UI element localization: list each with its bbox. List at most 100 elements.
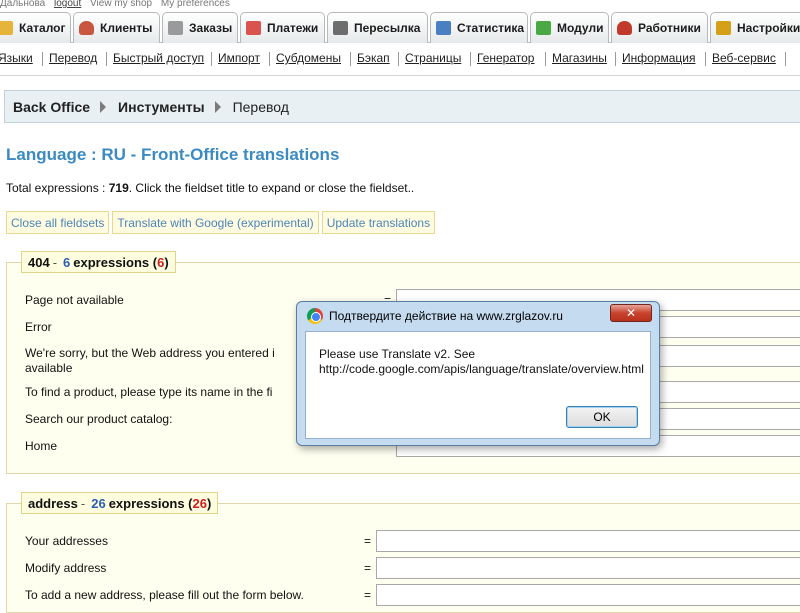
- preferences-link[interactable]: My preferences: [161, 0, 230, 8]
- logout-link[interactable]: logout: [54, 0, 81, 8]
- truck-icon: [333, 21, 348, 35]
- tab-modules[interactable]: Модули: [530, 12, 609, 43]
- fieldset-address: address - 26 expressions (26) Your addre…: [6, 492, 800, 613]
- submenu-pages[interactable]: Страницы: [405, 51, 461, 65]
- translation-label: To find a product, please type its name …: [25, 385, 273, 399]
- submenu-subdomains[interactable]: Субдомены: [276, 51, 341, 65]
- fieldset-name: 404: [28, 254, 50, 270]
- submenu-separator: [470, 52, 471, 66]
- view-shop-link[interactable]: View my shop: [90, 0, 152, 8]
- close-all-fieldsets-button[interactable]: Close all fieldsets: [6, 211, 110, 234]
- translate-google-button[interactable]: Translate with Google (experimental): [112, 211, 319, 234]
- submenu-separator: [350, 52, 351, 66]
- total-prefix: Total expressions :: [6, 181, 106, 195]
- translation-label: Error: [25, 320, 52, 334]
- confirm-dialog: Подтвердите действие на www.zrglazov.ru …: [296, 301, 660, 446]
- tab-label: Каталог: [19, 21, 66, 35]
- equals-sign: =: [364, 534, 372, 548]
- total-expressions: Total expressions : 719. Click the field…: [6, 181, 414, 195]
- tab-stats[interactable]: Статистика: [430, 12, 528, 43]
- payment-icon: [246, 21, 261, 35]
- breadcrumb-root[interactable]: Back Office: [13, 99, 90, 115]
- submenu-shops[interactable]: Магазины: [552, 51, 607, 65]
- tab-customers[interactable]: Клиенты: [73, 12, 160, 43]
- fieldset-legend[interactable]: 404 - 6 expressions (6): [21, 251, 176, 273]
- fieldset-legend[interactable]: address - 26 expressions (26): [21, 492, 219, 514]
- submenu-information[interactable]: Информация: [622, 51, 695, 65]
- top-strip: Дальнова logout View my shop My preferen…: [0, 0, 800, 8]
- employee-icon: [617, 21, 632, 35]
- tab-employees[interactable]: Работники: [611, 12, 708, 43]
- expressions-count: 6: [63, 254, 71, 270]
- submenu-separator: [785, 52, 786, 66]
- submenu-backup[interactable]: Бэкап: [357, 51, 390, 65]
- sub-menu: Языки Перевод Быстрый доступ Импорт Субд…: [0, 43, 800, 76]
- missing-count: 26: [192, 495, 207, 511]
- breadcrumb-current: Перевод: [232, 98, 289, 115]
- page-title: Language : RU - Front-Office translation…: [6, 145, 340, 164]
- submenu-separator: [42, 52, 43, 66]
- breadcrumb: Back Office Инстументы Перевод: [4, 90, 800, 123]
- translation-label: Your addresses: [25, 534, 108, 548]
- user-icon: [79, 21, 94, 35]
- fieldset-name: address: [28, 495, 78, 511]
- submenu-generator[interactable]: Генератор: [477, 51, 534, 65]
- tab-label: Заказы: [189, 21, 233, 35]
- submenu-languages[interactable]: Языки: [0, 51, 33, 65]
- missing-count: 6: [157, 254, 165, 270]
- legend-dash: -: [80, 495, 86, 511]
- translation-label: Home: [25, 439, 58, 453]
- submenu-webservice[interactable]: Веб-сервис: [712, 51, 776, 65]
- total-count: 719: [108, 181, 129, 195]
- legend-dash: -: [52, 254, 58, 270]
- tab-label: Клиенты: [100, 21, 153, 35]
- translation-input[interactable]: [376, 557, 800, 579]
- translation-input[interactable]: [376, 584, 800, 606]
- tab-payments[interactable]: Платежи: [240, 12, 325, 43]
- main-tabs: Каталог Клиенты Заказы Платежи Пересылка…: [0, 12, 800, 43]
- update-translations-button[interactable]: Update translations: [321, 211, 436, 234]
- tab-label: Настройки: [737, 21, 800, 35]
- submenu-translations[interactable]: Перевод: [49, 51, 97, 65]
- chevron-right-icon: [100, 100, 107, 113]
- translation-label: We're sorry, but the Web address you ent…: [25, 346, 275, 360]
- submenu-separator: [211, 52, 212, 66]
- tab-catalog[interactable]: Каталог: [0, 12, 71, 43]
- submenu-import[interactable]: Импорт: [218, 51, 260, 65]
- tab-label: Работники: [638, 21, 701, 35]
- breadcrumb-section[interactable]: Инстументы: [118, 99, 205, 115]
- submenu-separator: [398, 52, 399, 66]
- settings-icon: [716, 21, 731, 35]
- submenu-separator: [615, 52, 616, 66]
- tab-label: Модули: [557, 21, 604, 35]
- translation-label: available: [25, 361, 73, 375]
- submenu-separator: [545, 52, 546, 66]
- dialog-close-button[interactable]: ✕: [610, 304, 652, 322]
- expressions-label: expressions: [73, 254, 150, 270]
- tab-label: Пересылка: [354, 21, 421, 35]
- submenu-quick-access[interactable]: Быстрый доступ: [113, 51, 204, 65]
- dialog-titlebar[interactable]: Подтвердите действие на www.zrglazov.ru: [297, 302, 659, 330]
- submenu-separator: [106, 52, 107, 66]
- chart-icon: [436, 21, 451, 35]
- dialog-title: Подтвердите действие на www.zrglazov.ru: [329, 309, 563, 323]
- translation-label: Page not available: [25, 293, 124, 307]
- action-buttons: Close all fieldsets Translate with Googl…: [6, 211, 438, 234]
- tab-orders[interactable]: Заказы: [162, 12, 238, 43]
- equals-sign: =: [364, 561, 372, 575]
- submenu-separator: [705, 52, 706, 66]
- total-suffix: . Click the fieldset title to expand or …: [128, 181, 415, 195]
- ok-button[interactable]: OK: [566, 406, 638, 428]
- chevron-right-icon: [214, 100, 221, 113]
- dialog-message: Please use Translate v2. See http://code…: [319, 347, 644, 376]
- tab-label: Платежи: [267, 21, 319, 35]
- folder-icon: [0, 21, 13, 35]
- tab-preferences[interactable]: Настройки: [710, 12, 800, 43]
- user-name: Дальнова: [0, 0, 46, 8]
- submenu-separator: [269, 52, 270, 66]
- translation-input[interactable]: [376, 530, 800, 552]
- cart-icon: [168, 21, 183, 35]
- tab-shipping[interactable]: Пересылка: [327, 12, 428, 43]
- expressions-count: 26: [91, 495, 106, 511]
- translation-label: Modify address: [25, 561, 107, 575]
